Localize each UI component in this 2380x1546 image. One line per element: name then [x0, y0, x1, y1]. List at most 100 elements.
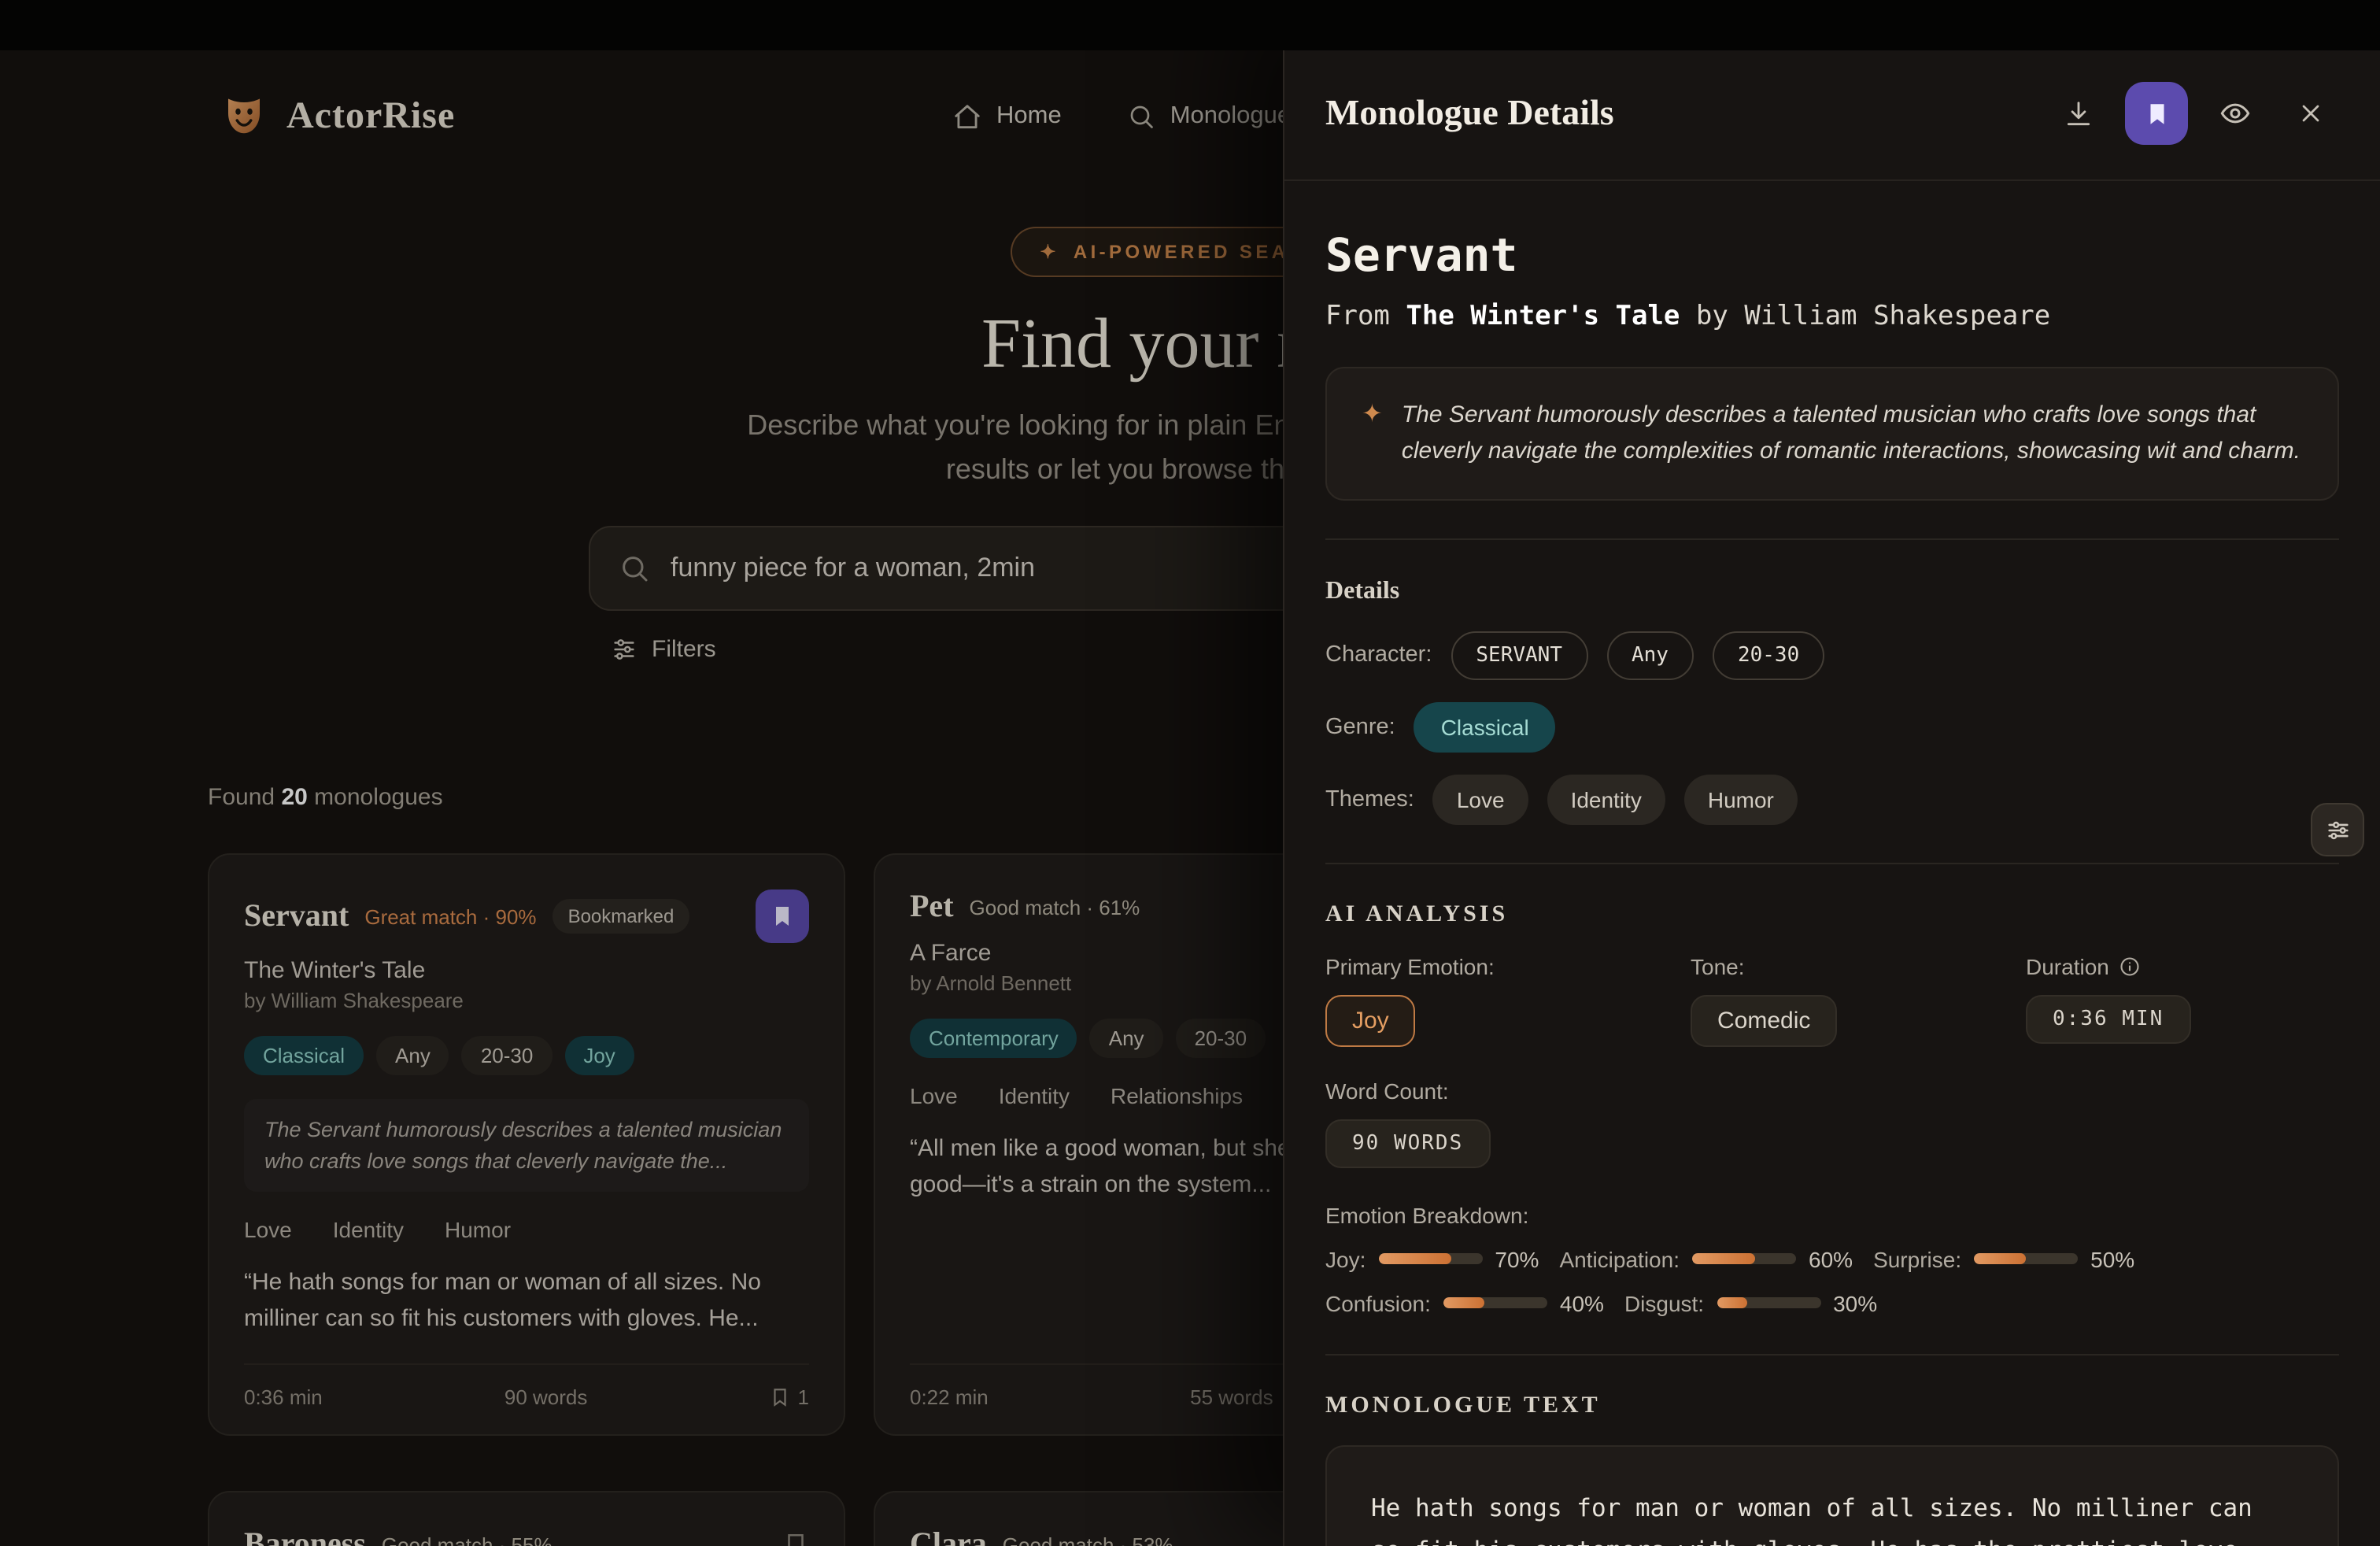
ai-summary-text: The Servant humorously describes a talen… — [1402, 397, 2303, 470]
brand-name: ActorRise — [286, 95, 455, 138]
close-icon — [2297, 99, 2325, 128]
preview-button[interactable] — [2207, 85, 2264, 142]
app-root: ActorRise Home Monologues ✦ — [0, 0, 2380, 1546]
card-ai-summary: The Servant humorously describes a talen… — [244, 1099, 809, 1192]
bookmark-button[interactable] — [782, 1532, 809, 1546]
bar-track — [1443, 1297, 1547, 1308]
theme: Identity — [333, 1217, 404, 1242]
themes-row: Themes: Love Identity Humor — [1325, 774, 2339, 824]
tag: Any — [376, 1036, 449, 1075]
theme-pill: Identity — [1547, 774, 1665, 824]
emotion-bar-surprise: Surprise: 50% — [1873, 1246, 2134, 1271]
found-count: 20 — [281, 784, 307, 811]
bar-track — [1378, 1253, 1482, 1264]
character-row: Character: SERVANT Any 20-30 — [1325, 631, 2339, 679]
card-bookmark-count: 1 — [770, 1385, 809, 1409]
genre-pill: Classical — [1414, 701, 1556, 752]
match-badge: Good match · 55% — [382, 1533, 552, 1546]
bookmark-button[interactable] — [756, 890, 809, 943]
download-button[interactable] — [2049, 85, 2106, 142]
filters-button[interactable]: Filters — [589, 636, 716, 663]
byline-prefix: From — [1325, 301, 1390, 332]
card-words: 90 words — [504, 1385, 588, 1409]
match-badge: Great match · 90% — [364, 904, 536, 928]
sliders-icon — [2324, 816, 2351, 843]
details-heading: Details — [1325, 577, 2339, 605]
bar-track — [1717, 1297, 1820, 1308]
brand[interactable]: ActorRise — [220, 93, 455, 140]
emotion-bar-anticipation: Anticipation: 60% — [1559, 1246, 1853, 1271]
bookmark-button[interactable] — [2125, 82, 2188, 145]
emotion-breakdown-label: Emotion Breakdown: — [1325, 1202, 2339, 1227]
tag: Any — [1090, 1019, 1163, 1058]
tone-col: Tone: Comedic — [1691, 953, 2026, 1046]
bookmark-icon — [770, 904, 795, 929]
filters-label: Filters — [652, 636, 716, 663]
card-head: Baroness Good match · 55% — [244, 1527, 809, 1546]
card-tags: Classical Any 20-30 Joy — [244, 1036, 809, 1075]
byline-source: The Winter's Tale — [1406, 301, 1680, 332]
tag: 20-30 — [1176, 1019, 1266, 1058]
top-black-strip — [0, 0, 2380, 50]
sparkle-icon: ✦ — [1362, 397, 1383, 470]
theme: Relationships — [1111, 1083, 1243, 1108]
card-title: Servant — [244, 898, 349, 934]
nav-links: Home Monologues — [952, 102, 1303, 131]
card-themes: Love Identity Humor — [244, 1217, 809, 1242]
theme-pill: Love — [1433, 774, 1528, 824]
bookmarked-badge: Bookmarked — [552, 899, 690, 934]
emotion-bars-row-1: Joy: 70% Anticipation: 60% Surprise: 50% — [1325, 1246, 2339, 1271]
genre-label: Genre: — [1325, 714, 1395, 739]
age-pill: 20-30 — [1713, 631, 1824, 679]
monologue-card-servant[interactable]: Servant Great match · 90% Bookmarked The… — [208, 853, 845, 1436]
byline: From The Winter's Tale by William Shakes… — [1325, 301, 2339, 332]
duration-label: Duration — [2026, 953, 2339, 978]
duration-pill: 0:36 MIN — [2026, 994, 2190, 1043]
search-icon — [619, 553, 650, 584]
home-icon — [952, 102, 982, 131]
nav-home-label: Home — [996, 102, 1062, 131]
nav-monologues[interactable]: Monologues — [1128, 102, 1303, 131]
card-duration: 0:22 min — [910, 1385, 989, 1409]
theme: Love — [244, 1217, 292, 1242]
card-footer: 0:36 min 90 words 1 — [244, 1363, 809, 1409]
character-label: Character: — [1325, 642, 1432, 668]
theme: Identity — [999, 1083, 1070, 1108]
card-title: Clara — [910, 1527, 987, 1546]
close-button[interactable] — [2282, 85, 2339, 142]
monologue-card-baroness[interactable]: Baroness Good match · 55% — [208, 1491, 845, 1546]
match-badge: Good match · 53% — [1003, 1533, 1173, 1546]
side-settings-button[interactable] — [2311, 803, 2364, 856]
bar-track — [1974, 1253, 2078, 1264]
character-name: Servant — [1325, 228, 2339, 282]
info-icon — [2119, 955, 2141, 977]
search-icon — [1128, 102, 1156, 131]
primary-emotion-pill: Joy — [1325, 994, 1416, 1046]
card-title: Pet — [910, 890, 954, 926]
theme: Love — [910, 1083, 958, 1108]
sparkle-icon: ✦ — [1040, 241, 1059, 263]
ai-summary-card: ✦ The Servant humorously describes a tal… — [1325, 367, 2339, 500]
tone-pill: Comedic — [1691, 994, 1837, 1046]
ai-analysis-heading: AI ANALYSIS — [1325, 901, 2339, 928]
bookmark-icon — [770, 1387, 790, 1407]
tag: Joy — [564, 1036, 634, 1075]
monologue-text-heading: MONOLOGUE TEXT — [1325, 1393, 2339, 1419]
theme: Humor — [445, 1217, 511, 1242]
monologue-text: He hath songs for man or woman of all si… — [1325, 1444, 2339, 1546]
word-count-pill: 90 WORDS — [1325, 1119, 1490, 1167]
found-suffix: monologues — [314, 784, 442, 811]
found-prefix: Found — [208, 784, 275, 811]
bar-track — [1692, 1253, 1796, 1264]
tag: Classical — [244, 1036, 364, 1075]
theme-pill: Humor — [1684, 774, 1798, 824]
eye-icon — [2219, 98, 2251, 129]
tag: Contemporary — [910, 1019, 1077, 1058]
card-title: Baroness — [244, 1527, 366, 1546]
emotion-bar-disgust: Disgust: 30% — [1624, 1290, 1877, 1315]
emotion-bar-joy: Joy: 70% — [1325, 1246, 1539, 1271]
character-pill: SERVANT — [1451, 631, 1587, 679]
card-words: 55 words — [1190, 1385, 1273, 1409]
nav-home[interactable]: Home — [952, 102, 1062, 131]
bookmark-icon — [782, 1532, 809, 1546]
